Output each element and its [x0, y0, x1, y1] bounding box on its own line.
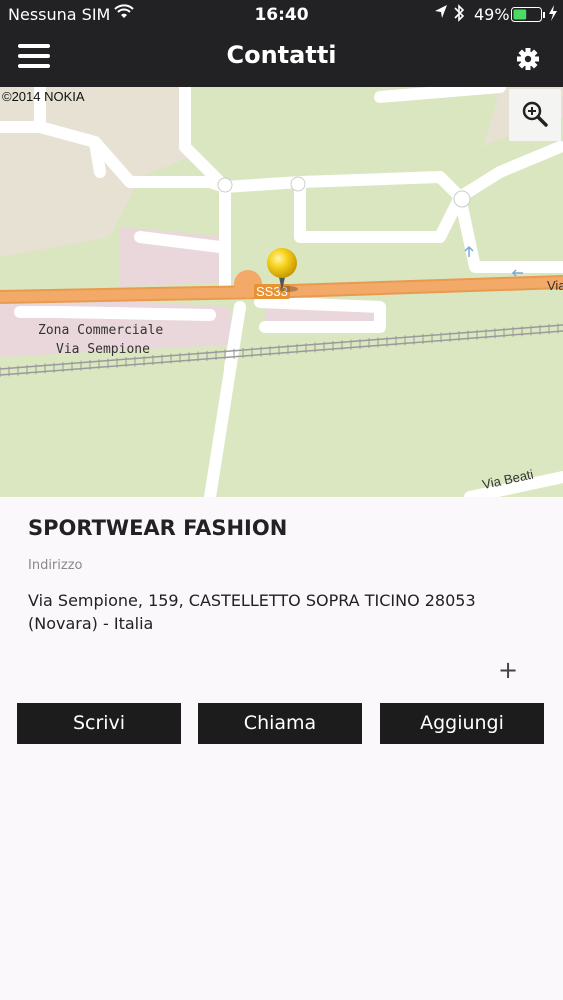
contact-name: SPORTWEAR FASHION — [28, 516, 288, 540]
bluetooth-icon — [453, 3, 465, 27]
map-view[interactable]: ©2014 NOKIA Zona Commerciale Via Sempion… — [0, 87, 563, 497]
map-pin-icon[interactable] — [264, 247, 300, 295]
address-text: Via Sempione, 159, CASTELLETTO SOPRA TIC… — [28, 591, 476, 633]
add-contact-button[interactable]: Aggiungi — [380, 703, 544, 744]
location-arrow-icon — [434, 4, 448, 24]
battery-percent: 49% — [474, 5, 510, 24]
zoom-in-icon[interactable] — [509, 89, 561, 141]
call-button[interactable]: Chiama — [198, 703, 362, 744]
app-header: Nessuna SIM 16:40 49% Contatti — [0, 0, 563, 87]
expand-plus-icon[interactable]: + — [498, 656, 518, 684]
map-label-zone: Zona Commerciale — [38, 323, 164, 338]
battery-icon — [511, 7, 547, 27]
gear-icon[interactable] — [514, 45, 542, 73]
charging-icon — [548, 5, 558, 25]
status-bar: Nessuna SIM 16:40 49% — [0, 0, 563, 30]
map-label-via-sempione: Via Sempione — [56, 342, 150, 357]
map-copyright: ©2014 NOKIA — [2, 89, 85, 104]
write-button[interactable]: Scrivi — [17, 703, 181, 744]
address-label: Indirizzo — [28, 558, 83, 573]
page-title: Contatti — [226, 41, 337, 69]
map-label-road-right: Via — [547, 278, 563, 293]
